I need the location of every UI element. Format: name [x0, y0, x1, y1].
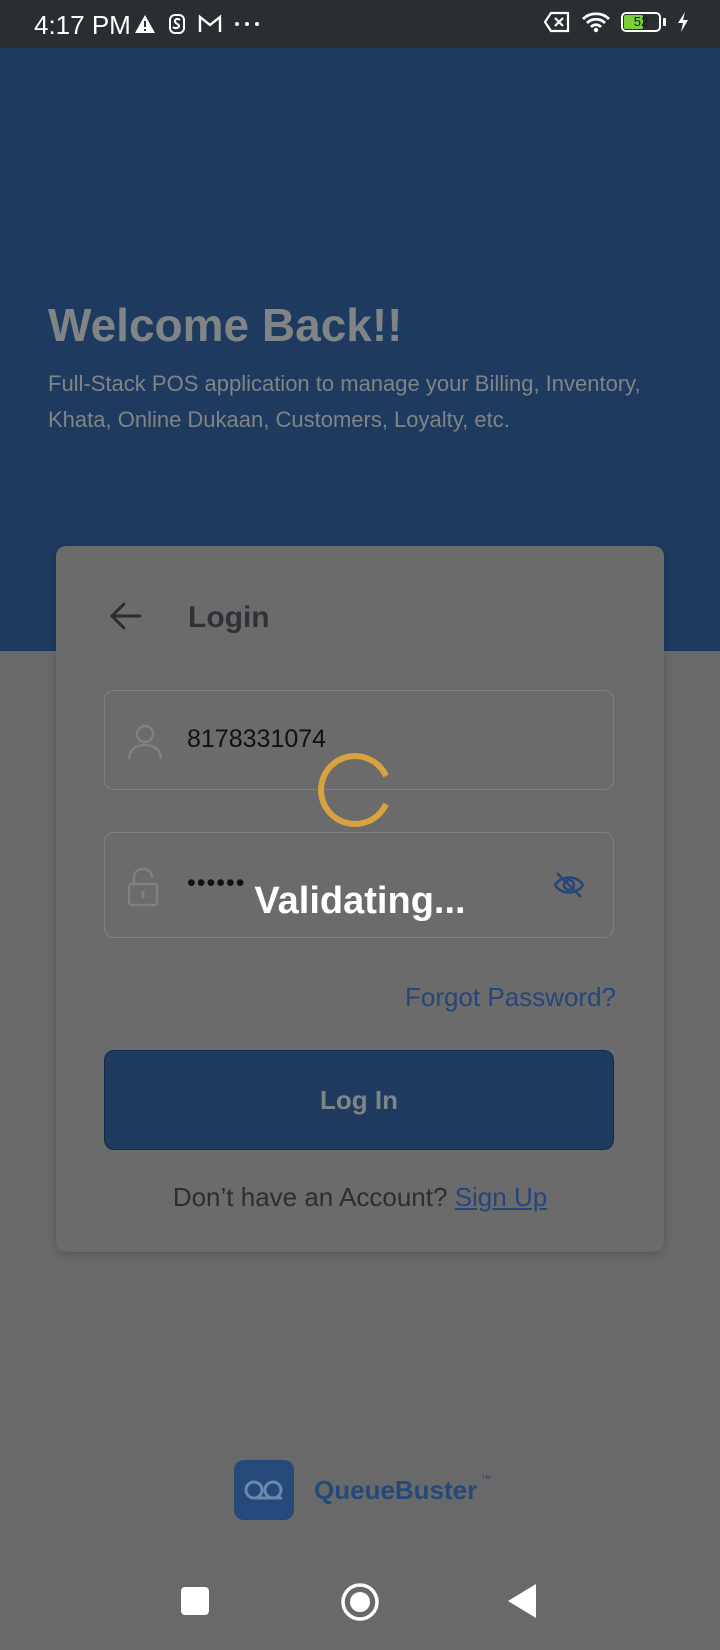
status-time: 4:17 PM — [34, 10, 131, 40]
status-system-icons: 52 — [543, 11, 690, 33]
brand-name: QueueBuster — [314, 1474, 478, 1505]
navigation-bar — [0, 1560, 720, 1650]
warning-icon — [135, 15, 155, 33]
battery-level: 52 — [633, 14, 649, 29]
phone-number-value: 8178331074 — [187, 725, 327, 753]
brand-footer: QueueBuster ™ — [234, 1460, 491, 1520]
queuebuster-logo-icon — [234, 1460, 294, 1520]
battery-icon: 52 — [621, 12, 661, 32]
signup-link[interactable]: Sign Up — [455, 1182, 548, 1212]
loading-text: Validating... — [254, 880, 466, 922]
more-icon — [235, 22, 259, 26]
login-button[interactable]: Log In — [104, 1050, 614, 1150]
status-notification-icons — [134, 13, 260, 35]
back-arrow-icon[interactable] — [108, 598, 144, 634]
login-title: Login — [188, 601, 270, 634]
no-account-text: Don’t have an Account? — [172, 1182, 455, 1212]
wifi-icon — [582, 12, 610, 33]
status-bar: 4:17 PM 52 — [0, 0, 720, 48]
loading-spinner-icon — [318, 753, 389, 827]
s-app-icon — [169, 14, 185, 34]
recent-apps-icon[interactable] — [180, 1586, 210, 1616]
welcome-subtitle: Full-Stack POS application to manage you… — [48, 371, 641, 432]
no-sim-icon — [543, 11, 570, 33]
signup-prompt: Don’t have an Account? Sign Up — [56, 1182, 664, 1213]
user-icon — [127, 724, 163, 760]
back-nav-icon[interactable] — [506, 1582, 538, 1620]
battery-cap — [663, 18, 666, 26]
gmail-icon — [198, 14, 222, 32]
brand-trademark: ™ — [481, 1474, 492, 1485]
welcome-title: Welcome Back!! — [48, 299, 403, 351]
home-icon[interactable] — [340, 1582, 380, 1622]
charging-icon — [678, 12, 688, 32]
forgot-password-link[interactable]: Forgot Password? — [405, 982, 616, 1013]
